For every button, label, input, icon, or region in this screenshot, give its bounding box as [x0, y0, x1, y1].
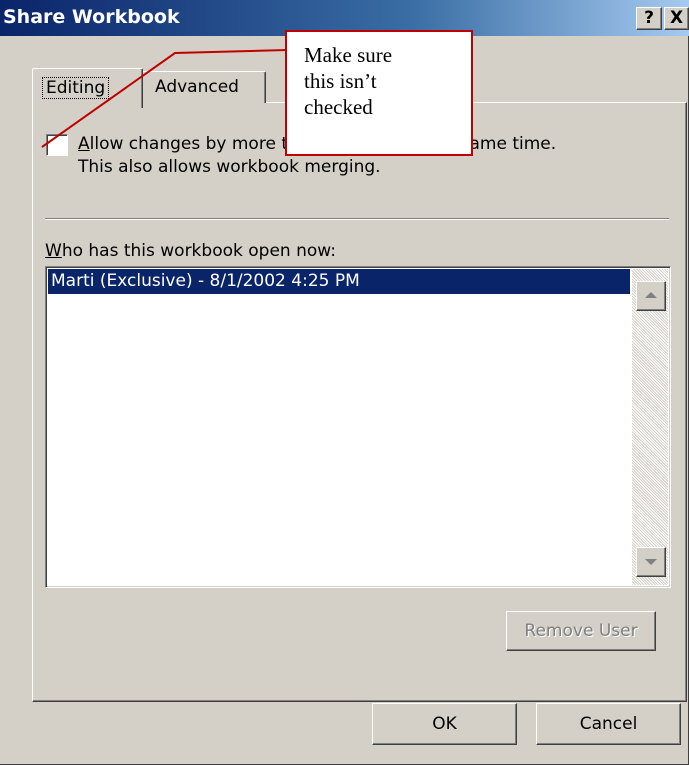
- vertical-scrollbar[interactable]: [632, 269, 668, 585]
- callout-line2: this isn’t: [304, 69, 377, 93]
- annotation-callout: Make sure this isn’t checked: [285, 30, 473, 156]
- arrow-up-icon: [645, 292, 657, 298]
- allow-changes-line2: This also allows workbook merging.: [78, 157, 381, 177]
- tab-editing[interactable]: Editing: [32, 68, 143, 108]
- accesskey-w: W: [45, 241, 62, 261]
- help-button[interactable]: ?: [636, 7, 662, 30]
- users-list-label: Who has this workbook open now:: [45, 241, 336, 261]
- divider: [45, 218, 669, 220]
- list-item[interactable]: Marti (Exclusive) - 8/1/2002 4:25 PM: [48, 269, 630, 294]
- scroll-down-button[interactable]: [636, 547, 666, 577]
- tab-editing-label: Editing: [42, 77, 110, 99]
- scroll-up-button[interactable]: [636, 281, 666, 311]
- accesskey-a: A: [78, 134, 90, 154]
- tab-advanced[interactable]: Advanced: [142, 71, 266, 103]
- tab-advanced-label: Advanced: [155, 77, 239, 97]
- cancel-button[interactable]: Cancel: [536, 703, 681, 745]
- users-list-label-text: ho has this workbook open now:: [61, 241, 336, 261]
- callout-line3: checked: [304, 95, 373, 119]
- dialog-title: Share Workbook: [3, 6, 180, 28]
- ok-button[interactable]: OK: [372, 703, 517, 745]
- allow-changes-checkbox[interactable]: [46, 134, 68, 156]
- arrow-down-icon: [645, 559, 657, 565]
- remove-user-button[interactable]: Remove User: [506, 611, 656, 651]
- close-button[interactable]: X: [664, 7, 689, 30]
- users-listbox[interactable]: Marti (Exclusive) - 8/1/2002 4:25 PM: [45, 266, 671, 588]
- callout-line1: Make sure: [304, 43, 393, 67]
